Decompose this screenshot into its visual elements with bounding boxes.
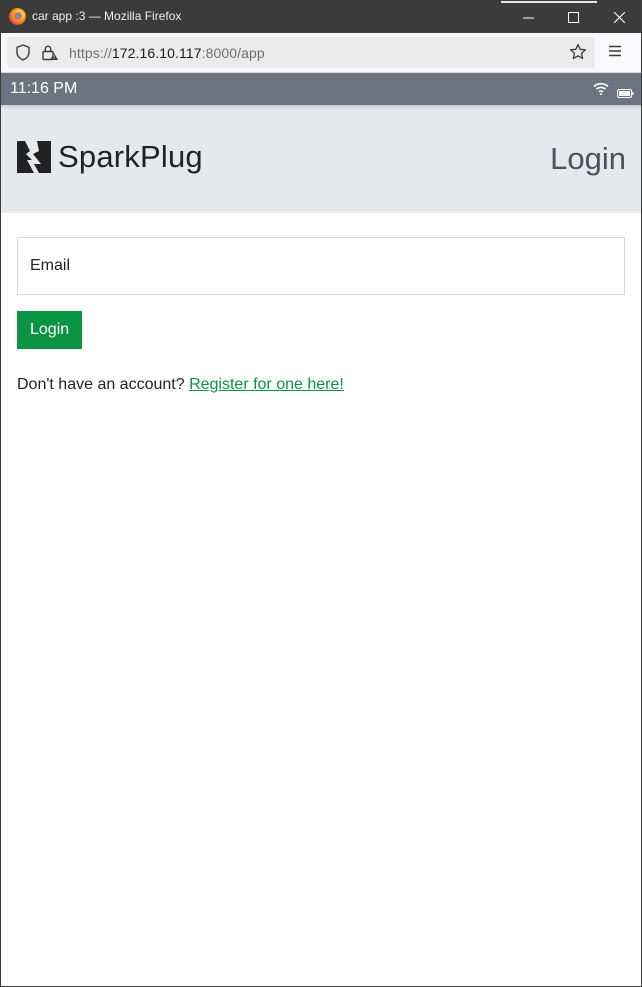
page-title: Login [550,141,626,176]
sparkplug-logo-icon [17,141,51,173]
close-button[interactable] [596,1,641,33]
battery-icon [617,85,634,103]
maximize-button[interactable] [550,1,596,33]
brand-name: SparkPlug [58,139,203,174]
wifi-icon [593,82,609,100]
maximize-icon [567,11,579,23]
navigation-bar: https://172.16.10.117:8000/app [1,33,641,73]
minimize-icon [522,17,534,18]
status-time: 11:16 PM [10,80,78,97]
status-bar: 11:16 PM [1,73,641,105]
window-title: car app :3 — Mozilla Firefox [32,9,182,23]
url-scheme: https:// [69,45,112,61]
url-bar[interactable]: https://172.16.10.117:8000/app [7,37,595,68]
star-icon[interactable] [569,43,587,66]
email-field[interactable] [17,237,625,295]
register-link[interactable]: Register for one here! [189,376,344,393]
close-icon [613,11,625,23]
lock-icon[interactable] [41,44,59,67]
title-bar: car app :3 — Mozilla Firefox [1,1,641,33]
url-text[interactable]: https://172.16.10.117:8000/app [69,45,265,61]
url-path: :8000/app [201,45,265,61]
brand[interactable]: SparkPlug [17,139,203,175]
firefox-logo-icon [9,8,26,25]
hamburger-menu-icon[interactable] [608,44,622,62]
app-header: SparkPlug Login [1,105,641,213]
login-button[interactable]: Login [17,311,83,349]
register-prompt-text: Don't have an account? [17,376,190,393]
url-host: 172.16.10.117 [111,45,202,61]
browser-window: car app :3 — Mozilla Firefox https://172… [0,0,642,987]
shield-icon[interactable] [15,44,31,66]
login-form: Login Don't have an account? Register fo… [17,237,625,394]
minimize-button[interactable] [505,1,551,33]
register-prompt: Don't have an account? Register for one … [17,376,625,394]
